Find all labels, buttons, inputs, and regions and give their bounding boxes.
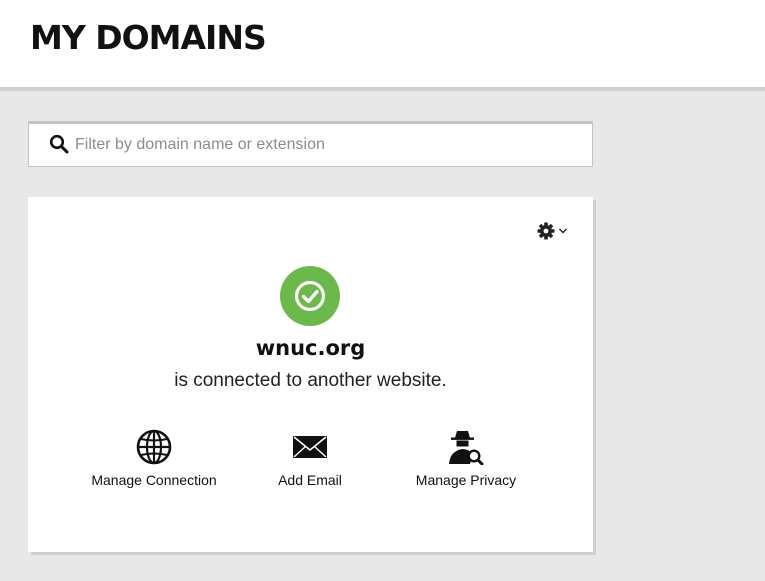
connected-check-icon [280, 266, 340, 326]
manage-privacy-button[interactable]: Manage Privacy [386, 429, 546, 489]
manage-connection-button[interactable]: Manage Connection [74, 429, 234, 489]
domain-card: wnuc.org is connected to another website… [28, 197, 593, 552]
domain-filter-search[interactable] [28, 121, 593, 167]
manage-connection-label: Manage Connection [91, 472, 217, 488]
domain-name: wnuc.org [255, 336, 366, 360]
chevron-down-icon [559, 228, 567, 234]
search-icon [49, 134, 69, 154]
connection-status-text: is connected to another website. [174, 370, 447, 391]
manage-privacy-label: Manage Privacy [415, 472, 517, 488]
settings-dropdown[interactable] [537, 220, 571, 242]
globe-icon [136, 429, 172, 465]
add-email-label: Add Email [278, 472, 342, 488]
gear-icon [537, 222, 555, 240]
add-email-button[interactable]: Add Email [230, 429, 390, 489]
envelope-icon [293, 436, 327, 458]
page-header: MY DOMAINS [0, 0, 765, 91]
search-input[interactable] [75, 124, 575, 166]
page-title: MY DOMAINS [30, 18, 267, 57]
privacy-agent-icon [449, 431, 484, 465]
